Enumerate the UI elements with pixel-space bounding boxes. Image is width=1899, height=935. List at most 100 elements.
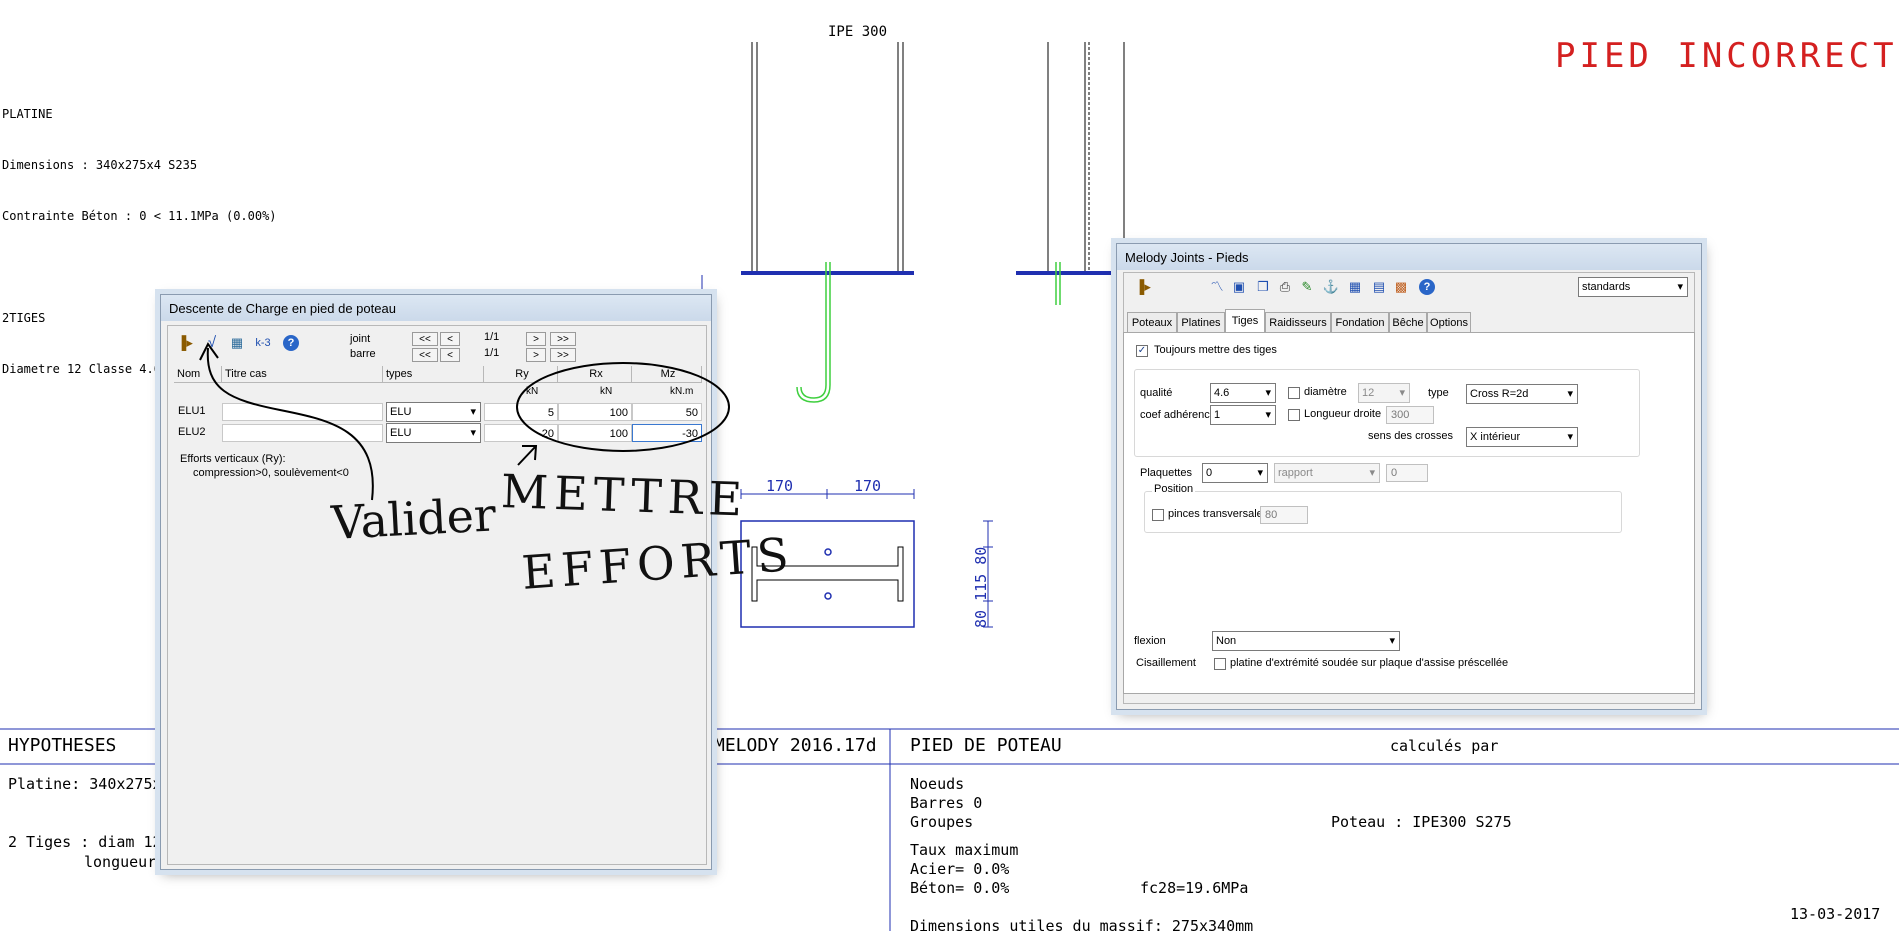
validate-icon[interactable]: √ (201, 332, 223, 354)
joint-prev-button[interactable]: < (440, 332, 460, 346)
qualite-select[interactable]: 4.6 (1210, 383, 1276, 403)
help-icon[interactable]: ? (1419, 279, 1435, 295)
tab-fondation[interactable]: Fondation (1331, 312, 1389, 332)
plaquettes-select[interactable]: 0 (1202, 463, 1268, 483)
chart-icon[interactable]: 〽 (1206, 276, 1228, 298)
unit-mz: kN.m (670, 386, 694, 397)
col-mz: Mz (632, 366, 702, 383)
noeuds: Noeuds (910, 775, 965, 793)
tab-options[interactable]: Options (1427, 312, 1471, 332)
rapport-select[interactable]: rapport (1274, 463, 1380, 483)
row-mz-input[interactable]: 50 (632, 403, 702, 421)
rod-hole (824, 548, 832, 556)
dimensions-massif: Dimensions utiles du massif: 275x340mm (910, 917, 1254, 935)
calc-by: calculés par (1390, 737, 1499, 755)
row-ry-input[interactable]: 5 (484, 403, 558, 421)
exit-icon[interactable]: ▐▸ (174, 332, 196, 354)
grid-icon[interactable]: ▦ (1344, 276, 1366, 298)
tools-icon[interactable]: ✎ (1296, 276, 1318, 298)
row-type-select[interactable]: ELU (386, 402, 481, 422)
coef-label: coef adhérence (1140, 409, 1216, 421)
always-rods-checkbox[interactable]: ✓ (1136, 345, 1148, 357)
longueur-checkbox[interactable] (1288, 409, 1300, 421)
barre-prev-button[interactable]: < (440, 348, 460, 362)
layout-icon[interactable]: ▤ (1368, 276, 1390, 298)
row-title-input[interactable] (222, 424, 383, 442)
pinces-label: pinces transversales (1168, 508, 1269, 520)
charge-dialog-title: Descente de Charge en pied de poteau (161, 295, 711, 321)
help-icon[interactable]: ? (283, 335, 299, 351)
poteau: Poteau : IPE300 S275 (1331, 813, 1512, 831)
type-select[interactable]: Cross R=2d (1466, 384, 1578, 404)
col-types: types (383, 366, 484, 383)
col-nom: Nom (174, 366, 222, 383)
k-factor-icon[interactable]: k-3 (252, 332, 274, 354)
joint-first-button[interactable]: << (412, 332, 438, 346)
anchor-rod (800, 262, 827, 399)
barre-label: barre (350, 348, 376, 360)
joint-label: joint (350, 333, 371, 345)
unit-rx: kN (600, 386, 613, 397)
cisaillement-checkbox[interactable] (1214, 658, 1226, 670)
tab-platines[interactable]: Platines (1177, 312, 1225, 332)
save-icon[interactable]: ▣ (1228, 276, 1250, 298)
joints-dialog-title: Melody Joints - Pieds (1117, 244, 1701, 270)
fc28: fc28=19.6MPa (1140, 879, 1249, 897)
annotation-mettre: METTRE (500, 464, 749, 527)
rod-hole (824, 592, 832, 600)
exit-icon[interactable]: ▐▸ (1132, 276, 1154, 298)
row-type-select[interactable]: ELU (386, 423, 481, 443)
plaquettes-label: Plaquettes (1140, 467, 1192, 479)
flexion-label: flexion (1134, 635, 1166, 647)
row-rx-input[interactable]: 100 (558, 424, 632, 442)
col-titre: Titre cas (222, 366, 383, 383)
barre-last-button[interactable]: >> (550, 348, 576, 362)
barre-next-button[interactable]: > (526, 348, 546, 362)
position-label: Position (1152, 483, 1196, 495)
anchor-icon[interactable]: ⚓ (1320, 276, 1342, 298)
column-side-view (1047, 42, 1125, 272)
coef-select[interactable]: 1 (1210, 405, 1276, 425)
beton: Béton= 0.0% (910, 879, 1010, 897)
annotation-valider: Valider (330, 487, 498, 550)
diametre-checkbox[interactable] (1288, 387, 1300, 399)
col-ry: Ry (484, 366, 558, 383)
dim-left: 170 (766, 477, 794, 495)
row-rx-input[interactable]: 100 (558, 403, 632, 421)
always-rods-label: Toujours mettre des tiges (1154, 344, 1277, 356)
qualite-label: qualité (1140, 387, 1173, 399)
tab-raidisseurs[interactable]: Raidisseurs (1265, 312, 1331, 332)
pied-title: PIED DE POTEAU (910, 735, 1062, 756)
tab-poteaux[interactable]: Poteaux (1127, 312, 1177, 332)
barre-first-button[interactable]: << (412, 348, 438, 362)
preset-select[interactable]: standards (1578, 277, 1688, 297)
calculator-icon[interactable]: ▦ (226, 332, 248, 354)
software-version: MELODY 2016.17d (714, 735, 877, 756)
row-name: ELU1 (178, 405, 206, 417)
joint-page: 1/1 (484, 331, 500, 343)
note-body: compression>0, soulèvement<0 (193, 467, 349, 479)
diametre-label: diamètre (1304, 386, 1347, 398)
flexion-select[interactable]: Non (1212, 631, 1400, 651)
settings-icon[interactable]: ▩ (1390, 276, 1412, 298)
pinces-checkbox[interactable] (1152, 509, 1164, 521)
column-elevation (751, 42, 904, 272)
copy-icon[interactable]: ❐ (1252, 276, 1274, 298)
pinces-input[interactable]: 80 (1260, 506, 1308, 524)
diametre-select[interactable]: 12 (1358, 383, 1410, 403)
longueur-input[interactable]: 300 (1386, 406, 1434, 424)
joint-last-button[interactable]: >> (550, 332, 576, 346)
joint-next-button[interactable]: > (526, 332, 546, 346)
rapport-input[interactable]: 0 (1386, 464, 1428, 482)
joints-dialog[interactable]: Melody Joints - Pieds ▐▸ 〽 ▣ ❐ ⎙ ✎ ⚓ ▦ ▤… (1116, 243, 1702, 710)
row-ry-input[interactable]: -20 (484, 424, 558, 442)
row-mz-input[interactable]: -30 (632, 424, 702, 442)
print-icon[interactable]: ⎙ (1274, 276, 1296, 298)
tab-tiges[interactable]: Tiges (1225, 309, 1265, 333)
row-title-input[interactable] (222, 403, 383, 421)
longueur-label: Longueur droite (1304, 408, 1382, 420)
col-rx: Rx (558, 366, 632, 383)
cisaillement-option: platine d'extrémité soudée sur plaque d'… (1230, 657, 1509, 669)
tab-beche[interactable]: Bêche (1389, 312, 1427, 332)
sens-select[interactable]: X intérieur (1466, 427, 1578, 447)
